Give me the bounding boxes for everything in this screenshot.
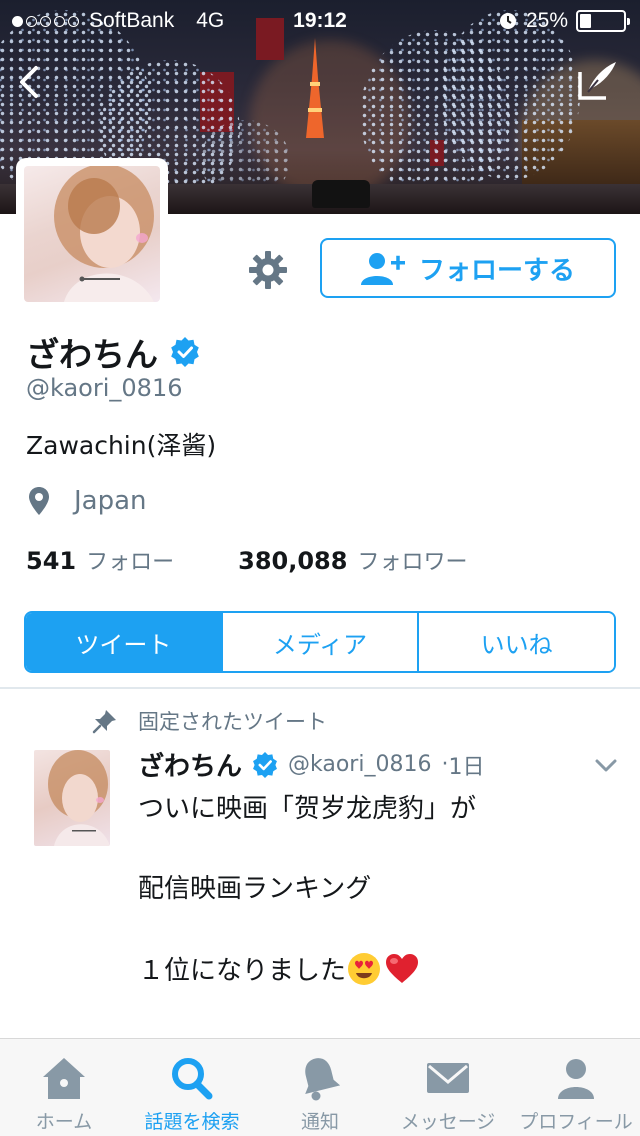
compose-tweet-button[interactable] xyxy=(574,58,620,104)
tab-tweets[interactable]: ツイート xyxy=(26,613,221,671)
red-heart-emoji-icon xyxy=(386,953,419,983)
tweet-dot-separator: · xyxy=(441,752,449,777)
nav-profile[interactable]: プロフィール xyxy=(512,1039,640,1136)
profile-avatar[interactable] xyxy=(16,158,168,310)
location-text: Japan xyxy=(74,486,147,516)
verified-badge-icon xyxy=(171,337,199,367)
status-bar: SoftBank 4G 19:12 25% xyxy=(0,0,640,40)
tweet-text-line-3: １位になりました xyxy=(138,950,420,987)
avatar-photo xyxy=(24,166,160,302)
profile-tabs: ツイート メディア いいね xyxy=(24,611,616,673)
nav-home[interactable]: ホーム xyxy=(0,1039,128,1136)
tweet-age: 1日 xyxy=(448,754,485,780)
followers-label[interactable]: フォロワー xyxy=(357,544,467,576)
nav-profile-label: プロフィール xyxy=(519,1111,633,1133)
nav-search[interactable]: 話題を検索 xyxy=(128,1039,256,1136)
profile-stats: 541 フォロー 380,088 フォロワー xyxy=(26,544,467,576)
alarm-clock-icon xyxy=(499,13,516,29)
profile-name: ざわちん xyxy=(26,335,158,374)
heart-eyes-emoji-icon xyxy=(348,952,381,985)
tweet-avatar[interactable] xyxy=(34,750,110,846)
back-button[interactable] xyxy=(10,62,50,102)
pinned-tweet-label: 固定されたツイート xyxy=(92,706,327,736)
compose-icon xyxy=(578,62,616,100)
following-label[interactable]: フォロー xyxy=(86,544,174,576)
following-count[interactable]: 541 xyxy=(26,547,76,575)
envelope-icon xyxy=(427,1063,469,1093)
follow-button-label: フォローする xyxy=(418,255,575,286)
tweet-text-line-3-text: １位になりました xyxy=(138,956,347,986)
tweet-text-line-1: ついに映画「贺岁龙虎豹」が xyxy=(138,794,477,824)
tweet-author-name[interactable]: ざわちん xyxy=(138,746,242,783)
add-user-icon xyxy=(360,253,405,285)
tweet-header: ざわちん @kaori_0816 · 1日 xyxy=(138,746,484,783)
pinned-label-text: 固定されたツイート xyxy=(138,710,327,734)
battery-icon xyxy=(576,10,630,32)
home-icon xyxy=(43,1058,85,1099)
chevron-left-icon xyxy=(20,66,38,98)
follow-button[interactable]: フォローする xyxy=(320,238,616,298)
profile-handle: @kaori_0816 xyxy=(26,374,183,402)
bottom-tab-bar: ホーム 話題を検索 通知 メッセージ プロフィール xyxy=(0,1038,640,1136)
person-icon xyxy=(558,1059,594,1099)
profile-name-row: ざわちん xyxy=(26,328,200,376)
nav-search-label: 話題を検索 xyxy=(144,1111,240,1133)
battery-percent: 25% xyxy=(525,9,568,32)
nav-notifications[interactable]: 通知 xyxy=(256,1039,384,1136)
nav-home-label: ホーム xyxy=(35,1111,93,1133)
bell-icon xyxy=(305,1058,341,1101)
settings-gear-button[interactable] xyxy=(246,248,290,292)
location-pin-icon xyxy=(29,487,49,515)
tweet-text-line-2: 配信映画ランキング xyxy=(138,874,372,904)
nav-notifications-label: 通知 xyxy=(300,1111,339,1133)
nav-messages-label: メッセージ xyxy=(400,1111,496,1133)
followers-count[interactable]: 380,088 xyxy=(238,547,347,575)
pin-icon xyxy=(92,710,116,734)
chevron-down-icon xyxy=(595,759,617,772)
profile-location: Japan xyxy=(28,486,147,516)
tweet-handle: @kaori_0816 xyxy=(288,752,432,777)
search-icon xyxy=(172,1058,213,1100)
tweet-options-button[interactable] xyxy=(594,758,618,774)
tab-likes[interactable]: いいね xyxy=(417,613,614,671)
gear-icon xyxy=(249,251,287,289)
verified-badge-icon xyxy=(253,751,277,778)
profile-bio: Zawachin(泽酱) xyxy=(26,431,217,460)
nav-messages[interactable]: メッセージ xyxy=(384,1039,512,1136)
tab-media[interactable]: メディア xyxy=(220,613,418,671)
section-divider xyxy=(0,687,640,689)
